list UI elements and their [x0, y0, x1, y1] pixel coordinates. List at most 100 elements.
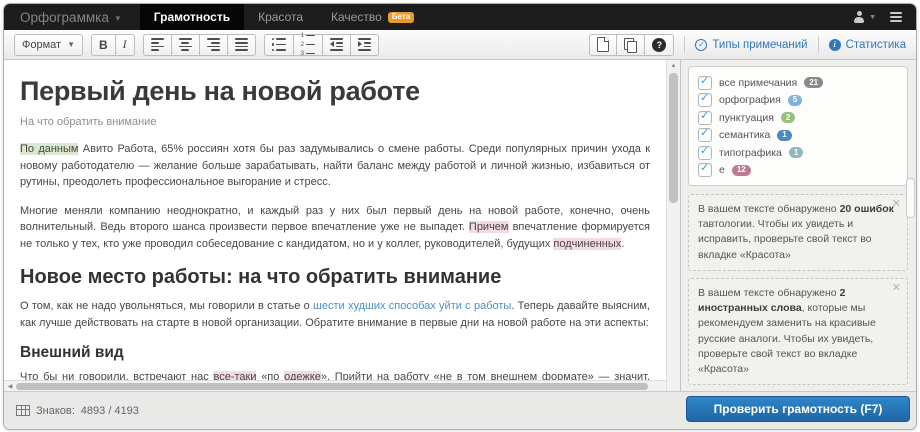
highlighted-text: подчиненных — [553, 238, 621, 250]
scroll-left-arrow-icon[interactable]: ◀ — [4, 381, 16, 391]
filter-пунктуация[interactable]: пунктуация2 — [698, 109, 898, 127]
annotation-cards: ✕В вашем тексте обнаружено 20 ошибок тав… — [688, 194, 908, 391]
indent-button[interactable] — [351, 34, 379, 56]
filter-орфография[interactable]: орфография5 — [698, 92, 898, 110]
hamburger-menu-icon[interactable] — [890, 12, 902, 22]
italic-button[interactable]: I — [116, 34, 135, 56]
document-editor[interactable]: Первый день на новой работеНа что обрати… — [4, 60, 666, 380]
tab-Грамотность[interactable]: Грамотность — [140, 4, 244, 30]
filter-label: семантика — [719, 129, 770, 141]
card-text: В вашем тексте обнаружено — [698, 203, 840, 215]
vertical-scroll-thumb[interactable] — [669, 73, 678, 203]
count-badge: 2 — [781, 112, 795, 123]
editor-vertical-scrollbar[interactable]: ▲ — [666, 60, 680, 391]
chevron-down-icon: ▼ — [869, 14, 876, 21]
align-left-icon — [151, 38, 164, 50]
count-badge: 12 — [732, 165, 751, 176]
statistics-label: Статистика — [846, 39, 906, 51]
toolbar-separator — [818, 36, 819, 53]
alignment-group — [143, 34, 256, 56]
editor-horizontal-scrollbar[interactable]: ◀ — [4, 380, 666, 391]
panel-scroll-thumb[interactable] — [906, 178, 915, 218]
subsection-heading: Внешний вид — [20, 344, 650, 362]
check-button-area: Проверить грамотность (F7) — [680, 392, 916, 429]
close-icon[interactable]: ✕ — [892, 199, 901, 210]
copy-document-button[interactable] — [617, 34, 645, 56]
info-icon: i — [829, 39, 841, 51]
char-count-value: 4893 / 4193 — [81, 405, 139, 417]
help-button[interactable]: ? — [645, 34, 674, 56]
checkbox-checked[interactable] — [698, 93, 712, 107]
tab-label: Грамотность — [154, 10, 230, 24]
bullet-list-button[interactable] — [264, 34, 294, 56]
numbered-list-button[interactable]: 1 2 3 — [294, 34, 323, 56]
filter-типографика[interactable]: типографика1 — [698, 144, 898, 162]
align-left-button[interactable] — [143, 34, 172, 56]
numbered-list-icon: 1 2 3 — [301, 33, 315, 57]
align-center-button[interactable] — [172, 34, 200, 56]
checkbox-checked[interactable] — [698, 76, 712, 90]
annotation-types-label: Типы примечаний — [712, 39, 807, 51]
user-menu[interactable]: ▼ — [853, 11, 876, 23]
new-document-icon — [597, 37, 609, 52]
horizontal-scroll-thumb[interactable] — [16, 383, 648, 390]
align-right-button[interactable] — [200, 34, 228, 56]
text-run: О том, как не надо увольняться, мы говор… — [20, 300, 313, 312]
beta-badge: Бета — [388, 12, 414, 23]
highlighted-text: все-таки — [213, 371, 256, 380]
document-actions-group: ? — [589, 34, 674, 56]
bullet-list-icon — [272, 38, 286, 52]
scroll-up-arrow-icon[interactable]: ▲ — [667, 60, 680, 72]
annotations-panel: все примечания21орфография5пунктуация2се… — [680, 60, 916, 391]
text-style-group: B I — [91, 34, 135, 56]
bottom-bar: Знаков: 4893 / 4193 Проверить грамотност… — [4, 391, 916, 429]
tab-Качество[interactable]: Качество Бета — [317, 4, 428, 30]
tab-Красота[interactable]: Красота — [244, 4, 317, 30]
filter-семантика[interactable]: семантика1 — [698, 127, 898, 145]
status-bar: Знаков: 4893 / 4193 — [4, 392, 680, 429]
filter-label: все примечания — [719, 77, 797, 89]
paragraph: Многие меняли компанию неоднократно, и к… — [20, 203, 650, 253]
highlighted-text: Причем — [469, 221, 509, 233]
statistics-button[interactable]: i Статистика — [829, 39, 906, 51]
section-heading: Новое место работы: на что обратить вним… — [20, 266, 650, 289]
align-justify-icon — [235, 38, 248, 50]
close-icon[interactable]: ✕ — [892, 283, 901, 294]
align-justify-button[interactable] — [228, 34, 256, 56]
inline-link[interactable]: шести худших способах уйти с работы — [313, 300, 511, 312]
filter-е[interactable]: е 12 — [698, 162, 898, 180]
new-document-button[interactable] — [589, 34, 617, 56]
align-center-icon — [179, 38, 192, 50]
tab-label: Качество — [331, 10, 382, 24]
tab-label: Красота — [258, 10, 303, 24]
list-indent-group: 1 2 3 — [264, 34, 379, 56]
outdent-button[interactable] — [323, 34, 351, 56]
copy-icon — [624, 38, 637, 52]
checkbox-checked[interactable] — [698, 146, 712, 160]
card-text: В вашем тексте обнаружено — [698, 287, 840, 299]
main-area: Первый день на новой работеНа что обрати… — [4, 60, 916, 391]
checkbox-checked[interactable] — [698, 128, 712, 142]
checkbox-checked[interactable] — [698, 163, 712, 177]
app-logo-menu[interactable]: Орфограммка ▼ — [4, 4, 140, 30]
filter-label: е — [719, 164, 725, 176]
check-grammar-button[interactable]: Проверить грамотность (F7) — [686, 396, 910, 422]
annotation-filters-card: все примечания21орфография5пунктуация2се… — [688, 66, 908, 186]
filter-все-примечания[interactable]: все примечания 21 — [698, 74, 898, 92]
check-circle-icon: ✓ — [695, 39, 707, 51]
char-count-label: Знаков: — [36, 405, 75, 417]
format-dropdown[interactable]: Формат ▼ — [14, 34, 83, 56]
topbar-right-controls: ▼ — [853, 4, 916, 30]
annotation-types-button[interactable]: ✓ Типы примечаний — [695, 39, 807, 51]
align-right-icon — [207, 38, 220, 50]
outdent-icon — [330, 38, 343, 50]
card-text: тавтологии. Чтобы их увидеть и исправить… — [698, 218, 872, 260]
top-navigation-bar: Орфограммка ▼ Грамотность Красота Качество… — [4, 4, 916, 30]
app-logo-label: Орфограммка — [20, 10, 109, 25]
count-badge: 21 — [804, 77, 823, 88]
bold-button[interactable]: B — [91, 34, 116, 56]
count-badge: 5 — [788, 95, 802, 106]
app-window: Орфограммка ▼ Грамотность Красота Качество… — [3, 3, 917, 430]
checkbox-checked[interactable] — [698, 111, 712, 125]
main-tabs: Грамотность Красота Качество Бета — [140, 4, 428, 30]
